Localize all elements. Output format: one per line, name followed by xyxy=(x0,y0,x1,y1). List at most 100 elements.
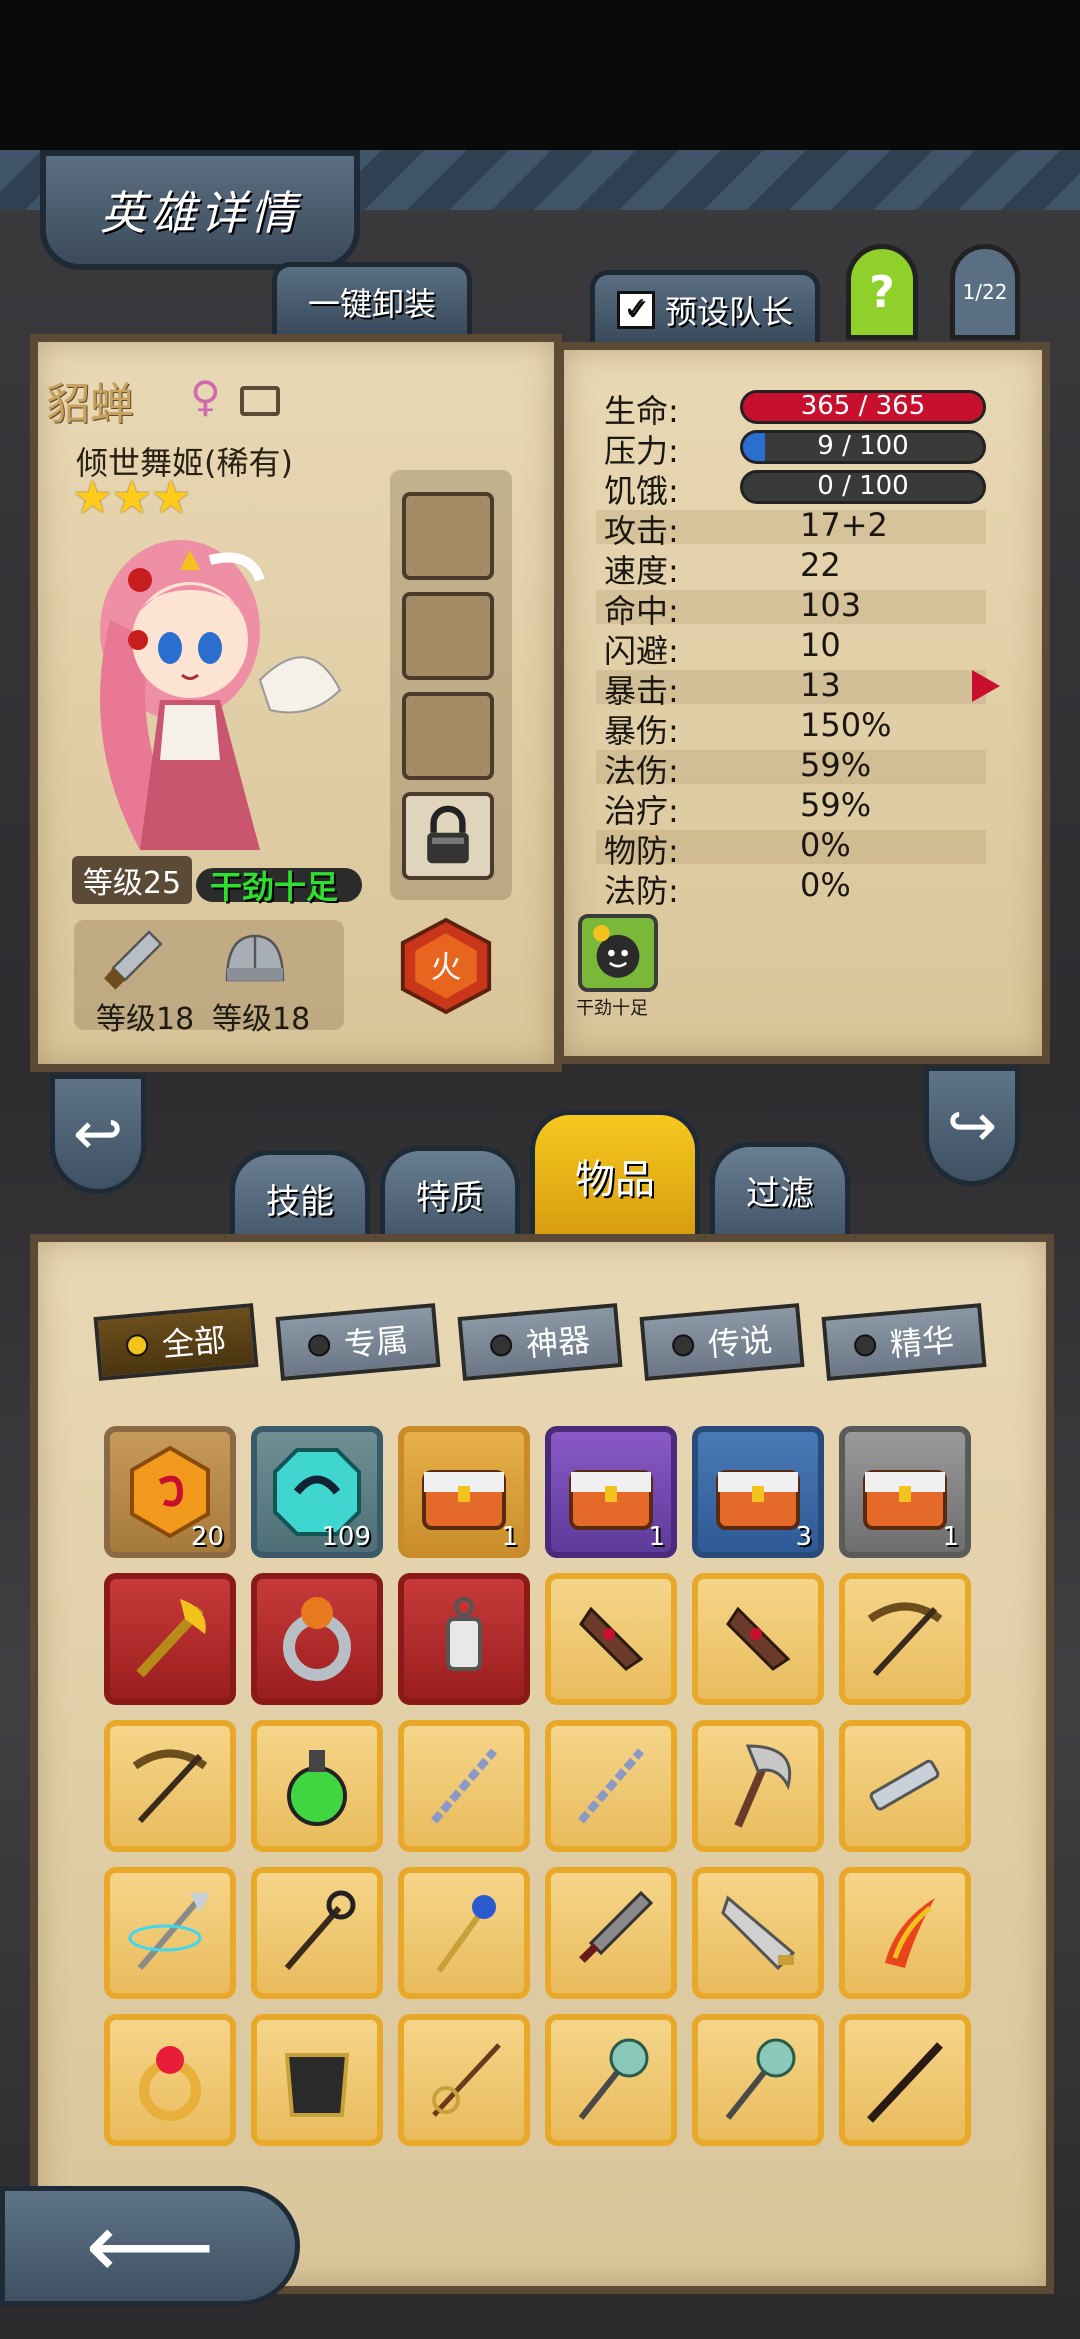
unequip-all-button[interactable]: 一键卸装 xyxy=(272,262,472,336)
blue-chest-icon xyxy=(716,1470,800,1530)
item-count: 3 xyxy=(795,1522,812,1552)
tab-items[interactable]: 物品 xyxy=(530,1110,700,1236)
item-slot[interactable]: 1 xyxy=(839,1426,971,1558)
checkbox-icon: ✓ xyxy=(616,290,655,329)
help-button[interactable]: ? xyxy=(846,244,918,340)
tab-traits[interactable]: 特质 xyxy=(380,1146,520,1238)
filter-label: 全部 xyxy=(160,1320,228,1365)
back-arrow-icon: ⟵ xyxy=(85,2193,215,2299)
ruby-ring-icon xyxy=(139,2046,201,2121)
item-slot[interactable]: 1 xyxy=(398,1426,530,1558)
item-count: 20 xyxy=(190,1522,224,1552)
item-slot[interactable] xyxy=(692,1720,824,1852)
tab-filter[interactable]: 过滤 xyxy=(710,1142,850,1234)
item-slot[interactable] xyxy=(398,1867,530,1999)
edit-name-icon[interactable] xyxy=(240,386,280,416)
potion-icon xyxy=(287,1750,347,1826)
item-slot[interactable] xyxy=(839,1573,971,1705)
accessory-slot-1[interactable] xyxy=(402,492,494,580)
lock-icon xyxy=(427,805,469,864)
stat-row: 暴击: 13 xyxy=(600,666,990,710)
item-slot[interactable] xyxy=(398,2014,530,2146)
stat-value: 103 xyxy=(800,586,862,624)
hunger-value: 0 / 100 xyxy=(817,471,909,501)
stat-row: 攻击: 17+2 xyxy=(600,506,990,550)
next-hero-button[interactable]: ↪ xyxy=(924,1066,1020,1186)
hero-pager: 1/22 xyxy=(950,244,1020,340)
item-slot[interactable]: 20 xyxy=(104,1426,236,1558)
item-slot[interactable] xyxy=(692,1573,824,1705)
staff-icon xyxy=(284,1890,356,1970)
item-slot[interactable] xyxy=(251,1867,383,1999)
item-slot[interactable] xyxy=(839,1867,971,1999)
battle-axe-icon xyxy=(734,1744,791,1828)
gray-chest-icon xyxy=(863,1470,947,1530)
stat-row: 命中: 103 xyxy=(600,586,990,630)
fire-element-icon: 火 xyxy=(400,917,492,1015)
cane-icon xyxy=(867,2042,943,2123)
tab-skills[interactable]: 技能 xyxy=(230,1150,370,1242)
item-count: 1 xyxy=(942,1522,959,1552)
lantern-icon xyxy=(446,1597,482,1671)
crossbow-icon xyxy=(132,1749,208,1824)
stat-value: 59% xyxy=(800,786,872,824)
filter-label: 精华 xyxy=(888,1320,956,1365)
item-slot[interactable] xyxy=(839,1720,971,1852)
chain-icon xyxy=(577,1748,645,1824)
accessory-slot-3[interactable] xyxy=(402,692,494,780)
helmet-slot-icon[interactable] xyxy=(210,924,300,1004)
hammer-icon xyxy=(726,1606,791,1671)
filter-label: 神器 xyxy=(524,1320,592,1365)
armor-icon xyxy=(284,2053,350,2117)
hero-level: 等级25 xyxy=(72,856,192,904)
item-slot[interactable] xyxy=(839,2014,971,2146)
item-slot[interactable] xyxy=(692,2014,824,2146)
radio-dot-icon xyxy=(125,1333,150,1358)
hp-bar: 365 / 365 xyxy=(740,390,986,424)
stat-value: 17+2 xyxy=(800,506,888,544)
mood-buff-icon[interactable] xyxy=(578,914,658,992)
buff-label: 干劲十足 xyxy=(576,998,648,1019)
prev-hero-button[interactable]: ↩ xyxy=(50,1074,146,1194)
item-slot[interactable] xyxy=(104,2014,236,2146)
expand-stats-arrow[interactable] xyxy=(972,670,1000,702)
item-slot[interactable] xyxy=(545,1720,677,1852)
preset-leader-toggle[interactable]: ✓ 预设队长 xyxy=(590,270,820,344)
accessory-slot-2[interactable] xyxy=(402,592,494,680)
item-slot[interactable] xyxy=(398,1720,530,1852)
purple-chest-icon xyxy=(569,1470,653,1530)
element-label: 火 xyxy=(431,950,462,986)
filter-label: 专属 xyxy=(342,1320,410,1365)
locked-slot[interactable] xyxy=(402,792,494,880)
item-slot[interactable] xyxy=(545,1573,677,1705)
stat-value: 0% xyxy=(800,826,851,864)
orb-staff-icon xyxy=(436,1895,496,1973)
item-slot[interactable] xyxy=(104,1867,236,1999)
item-slot[interactable]: 1 xyxy=(545,1426,677,1558)
item-slot[interactable] xyxy=(104,1720,236,1852)
stress-bar: 9 / 100 xyxy=(740,430,986,464)
item-slot[interactable] xyxy=(692,1867,824,1999)
item-slot[interactable]: 109 xyxy=(251,1426,383,1558)
smiley-icon xyxy=(593,924,640,978)
item-slot[interactable] xyxy=(545,1867,677,1999)
item-slot[interactable] xyxy=(398,1573,530,1705)
star-rating: ★★★ xyxy=(72,470,192,524)
female-icon: ♀ xyxy=(190,372,221,421)
item-slot[interactable] xyxy=(545,2014,677,2146)
weapon-level: 等级18 xyxy=(96,1002,195,1037)
item-slot[interactable] xyxy=(251,2014,383,2146)
weapon-slot-icon[interactable] xyxy=(88,924,178,1004)
mace-icon xyxy=(725,2038,796,2120)
back-button[interactable]: ⟵ xyxy=(0,2186,300,2306)
item-count: 1 xyxy=(501,1522,518,1552)
gun-icon xyxy=(869,1759,940,1811)
item-slot[interactable] xyxy=(251,1573,383,1705)
page-title: 英雄详情 xyxy=(40,150,360,270)
radio-dot-icon xyxy=(671,1333,696,1358)
item-slot[interactable] xyxy=(104,1573,236,1705)
radio-dot-icon xyxy=(307,1333,332,1358)
item-slot[interactable] xyxy=(251,1720,383,1852)
preset-leader-label: 预设队长 xyxy=(664,292,793,331)
item-slot[interactable]: 3 xyxy=(692,1426,824,1558)
